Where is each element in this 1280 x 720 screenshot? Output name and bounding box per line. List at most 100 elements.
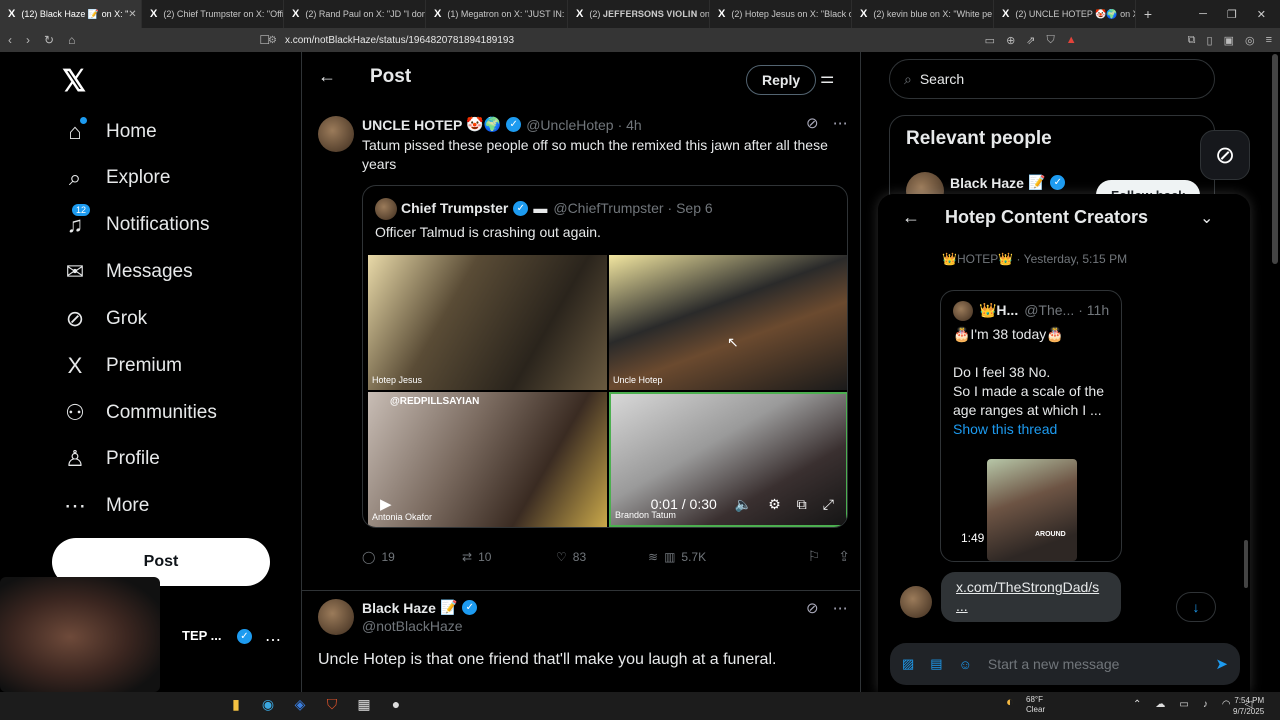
search-input[interactable]: ⌕ Search [889, 59, 1215, 99]
close-icon[interactable]: ✕ [128, 9, 136, 20]
author-name[interactable]: Black Haze [362, 600, 436, 616]
browser-tab[interactable]: X (12) Black Haze 📝 on X: " ✕ [0, 0, 142, 28]
sidebar-toggle-icon[interactable]: ▯ [1207, 34, 1213, 47]
reply-button[interactable]: Reply [746, 65, 817, 95]
site-info-icon[interactable]: ⚙ [268, 35, 277, 46]
more-icon[interactable]: ⋯ [833, 599, 848, 617]
rewards-icon[interactable]: ▲ [1066, 34, 1077, 47]
gear-icon[interactable]: ⚙ [768, 496, 781, 513]
send-icon[interactable]: ➤ [1215, 655, 1228, 673]
screen-icon[interactable]: ▭ [985, 34, 995, 47]
browser-tab[interactable]: X (2) kevin blue on X: "White pe [852, 0, 994, 28]
back-arrow-icon[interactable]: ← [902, 207, 920, 228]
clock[interactable]: 7:54 PM 9/7/2025 [1233, 695, 1264, 717]
sidebar-item-grok[interactable]: ⊘ Grok [62, 299, 147, 339]
gif-icon[interactable]: ▤ [930, 656, 942, 672]
relevant-person[interactable]: Black Haze 📝 ✓ [950, 174, 1070, 191]
dm-scrollbar[interactable] [1244, 540, 1248, 588]
sidebar-item-messages[interactable]: ✉ Messages [62, 252, 193, 292]
share-icon[interactable]: ⇪ [838, 548, 850, 565]
extensions-icon[interactable]: ⧉ [1188, 34, 1196, 47]
sidebar-item-home[interactable]: ⌂ Home [62, 112, 157, 152]
avatar[interactable] [318, 599, 354, 635]
menu-icon[interactable]: ≡ [1266, 34, 1272, 47]
video-thumbnail[interactable] [987, 459, 1077, 561]
sidebar-item-premium[interactable]: X Premium [62, 346, 182, 386]
tweet-header: Black Haze 📝 ✓ [362, 599, 482, 616]
monitor-icon[interactable]: ▭ [1179, 699, 1188, 710]
bell-icon: ♫ 12 [62, 204, 91, 238]
shared-post-card[interactable]: 👑H... @The... · 11h 🎂I'm 38 today🎂 Do I f… [940, 290, 1122, 562]
cloud-icon[interactable]: ☁ [1155, 699, 1165, 710]
wifi-icon[interactable]: ◠ [1222, 699, 1231, 710]
mic-icon[interactable]: ♪ [1203, 699, 1208, 710]
repost-action[interactable]: ⇄ 10 [462, 550, 556, 564]
browser-tab[interactable]: X (2) Hotep Jesus on X: "Black on [710, 0, 852, 28]
avatar[interactable] [318, 116, 354, 152]
sidebar-item-profile[interactable]: ♙ Profile [62, 439, 160, 479]
calculator-icon[interactable]: ▦ [356, 696, 372, 713]
brave-shield-icon[interactable]: ⛉ [1047, 34, 1055, 47]
image-icon[interactable]: ▨ [902, 656, 914, 672]
sidebar-item-explore[interactable]: ⌕ Explore [62, 158, 171, 198]
avatar[interactable] [900, 586, 932, 618]
like-action[interactable]: ♡ 83 [556, 550, 648, 564]
sidebar-item-communities[interactable]: ⚇ Communities [62, 393, 217, 433]
show-thread-link[interactable]: Show this thread [953, 421, 1057, 437]
volume-icon[interactable]: 🔈 [735, 496, 752, 513]
folder-icon[interactable]: ▮ [228, 696, 244, 713]
forward-arrow-icon[interactable]: › [26, 33, 30, 47]
x-logo-icon[interactable]: 𝕏 [62, 64, 86, 99]
browser-tab[interactable]: X (2) Chief Trumpster on X: "Offi [142, 0, 284, 28]
bookmark-icon[interactable]: ⚐ [808, 548, 821, 565]
browser-tab[interactable]: X (2) Rand Paul on X: "JD "I don't [284, 0, 426, 28]
zoom-icon[interactable]: ⊕ [1006, 34, 1015, 47]
wallet-icon[interactable]: ▣ [1224, 34, 1234, 47]
back-arrow-icon[interactable]: ← [318, 66, 336, 87]
more-icon[interactable]: ⋯ [265, 630, 281, 650]
restore-icon[interactable]: ❐ [1227, 8, 1237, 21]
chevron-up-icon[interactable]: ⌃ [1133, 699, 1141, 710]
close-window-icon[interactable]: ✕ [1257, 8, 1266, 21]
settings-sliders-icon[interactable]: ⚌ [820, 68, 834, 88]
new-tab-button[interactable]: + [1136, 6, 1160, 22]
views-action[interactable]: ≋ ▥ 5.7K [648, 550, 748, 564]
tweet-time[interactable]: · 4h [618, 117, 642, 133]
page-scrollbar[interactable] [1272, 54, 1278, 264]
browser-tab[interactable]: X (2) UNCLE HOTEP 🤡🌍 on X: [994, 0, 1136, 28]
vpn-icon[interactable]: ◎ [1245, 34, 1255, 47]
back-arrow-icon[interactable]: ‹ [8, 33, 12, 47]
account-switcher[interactable]: TEP ... ✓ ⋯ [0, 577, 300, 692]
app-icon[interactable]: ◈ [292, 696, 308, 713]
edge-icon[interactable]: ◉ [260, 696, 276, 713]
home-browser-icon[interactable]: ⌂ [68, 33, 75, 47]
scroll-down-button[interactable]: ↓ [1176, 592, 1216, 622]
obs-icon[interactable]: ● [388, 696, 404, 713]
grok-floating-button[interactable]: ⊘ [1200, 130, 1250, 180]
message-link[interactable]: x.com/TheStrongDad/s ... [941, 572, 1121, 622]
reply-action[interactable]: ◯ 19 [362, 550, 462, 564]
emoji-icon[interactable]: ☺ [959, 657, 972, 672]
sidebar-item-more[interactable]: ⋯ More [62, 486, 149, 526]
share-icon[interactable]: ⇗ [1026, 34, 1035, 47]
weather-widget[interactable]: ◐ 68°F Clear [1006, 695, 1045, 715]
author-handle[interactable]: @UncleHotep [526, 117, 613, 133]
collapse-icon[interactable]: ⌄ [1200, 208, 1213, 228]
pip-icon[interactable]: ⧉ [797, 496, 807, 513]
author-name[interactable]: UNCLE HOTEP [362, 117, 462, 133]
minimize-icon[interactable]: ─ [1199, 8, 1207, 21]
message-input[interactable] [987, 656, 1178, 672]
brave-icon[interactable]: ⛉ [324, 696, 340, 713]
reload-icon[interactable]: ↻ [44, 33, 54, 47]
grok-icon[interactable]: ⊘ [806, 599, 819, 617]
grok-icon[interactable]: ⊘ [806, 114, 819, 132]
play-icon[interactable]: ▶ [380, 495, 392, 513]
fullscreen-icon[interactable]: ⤢ [823, 496, 834, 513]
browser-tab[interactable]: X (1) Megatron on X: "JUST IN: JI [426, 0, 568, 28]
url-field[interactable]: ⚙ x.com/notBlackHaze/status/1964820781894… [258, 31, 858, 49]
browser-tab[interactable]: X (2) 𝐉𝐄𝐅𝐅𝐄𝐑𝐒𝐎𝐍𝐒 𝐕𝐈𝐎𝐋𝐈𝐍 on [568, 0, 710, 28]
sidebar-item-notifications[interactable]: ♫ 12 Notifications [62, 204, 210, 245]
quoted-tweet[interactable]: Chief Trumpster ✓ ▬ @ChiefTrumpster · Se… [362, 185, 848, 528]
author-handle[interactable]: @notBlackHaze [362, 618, 463, 634]
more-icon[interactable]: ⋯ [833, 114, 848, 132]
